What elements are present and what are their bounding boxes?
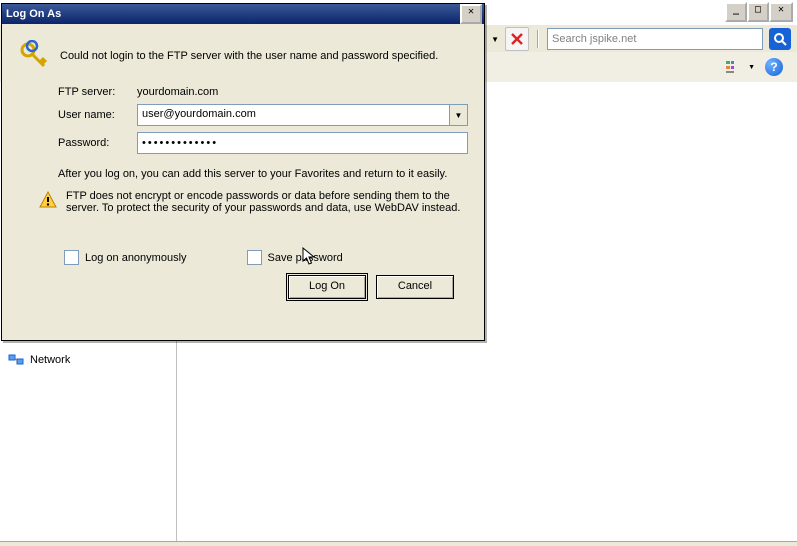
user-name-input[interactable] (138, 105, 449, 123)
chevron-down-icon[interactable]: ▼ (491, 35, 499, 44)
status-bar (0, 541, 797, 546)
x-icon (510, 32, 524, 46)
user-name-label: User name: (58, 109, 137, 121)
help-button[interactable]: ? (765, 58, 783, 76)
chevron-down-icon: ▼ (748, 64, 755, 71)
user-name-combobox[interactable]: ▼ (137, 104, 468, 126)
logon-button[interactable]: Log On (288, 275, 366, 299)
minimize-button[interactable]: _ (725, 2, 747, 22)
window-controls: _ □ ✕ (725, 2, 793, 22)
view-grid-icon (726, 59, 746, 75)
ftp-server-label: FTP server: (58, 86, 137, 98)
dialog-title: Log On As (6, 8, 61, 20)
dialog-message: Could not login to the FTP server with t… (60, 50, 438, 62)
search-go-button[interactable] (769, 28, 791, 50)
password-input[interactable] (137, 132, 468, 154)
save-password-checkbox[interactable]: Save password (247, 250, 343, 265)
chevron-down-icon[interactable]: ▼ (449, 105, 467, 125)
network-icon (8, 352, 24, 368)
keys-icon (18, 40, 50, 72)
checkbox-box (64, 250, 79, 265)
password-label: Password: (58, 137, 137, 149)
dialog-hint: After you log on, you can add this serve… (58, 168, 468, 180)
dialog-warning: FTP does not encrypt or encode passwords… (66, 190, 468, 214)
close-button[interactable]: ✕ (769, 2, 793, 22)
warning-icon (38, 190, 58, 210)
cancel-button[interactable]: Cancel (376, 275, 454, 299)
maximize-button[interactable]: □ (747, 2, 769, 22)
anonymous-checkbox[interactable]: Log on anonymously (64, 250, 187, 265)
search-placeholder-text: Search jspike.net (552, 33, 636, 45)
dialog-close-button[interactable]: ✕ (460, 4, 482, 24)
checkbox-box (247, 250, 262, 265)
dialog-titlebar[interactable]: Log On As ✕ (2, 4, 484, 24)
ftp-server-value: yourdomain.com (137, 86, 218, 98)
search-input[interactable]: Search jspike.net (547, 28, 763, 50)
save-password-label: Save password (268, 252, 343, 264)
search-icon (773, 32, 787, 46)
sidebar-item-label: Network (30, 354, 70, 366)
separator (537, 30, 539, 48)
anonymous-label: Log on anonymously (85, 252, 187, 264)
logon-dialog: Log On As ✕ Could not login to the FTP s… (1, 3, 485, 341)
view-mode-button[interactable]: ▼ (726, 59, 755, 75)
stop-button[interactable] (505, 27, 529, 51)
sidebar-item-network[interactable]: Network (8, 348, 168, 372)
desktop: _ □ ✕ ▼ Search jspike.net (0, 0, 797, 546)
